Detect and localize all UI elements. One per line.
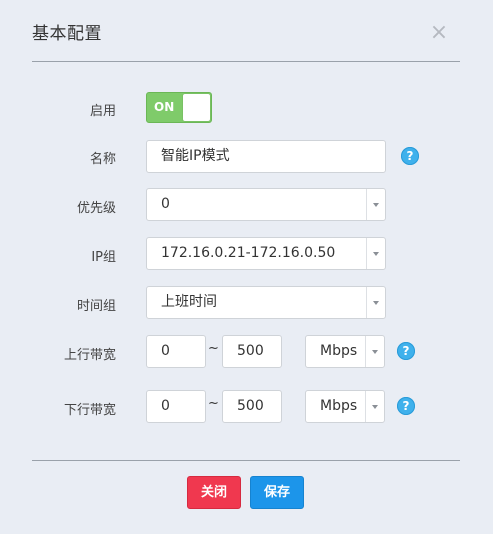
- name-input[interactable]: 智能IP模式: [146, 140, 386, 173]
- dropdown-toggle[interactable]: [366, 238, 385, 269]
- name-label: 名称: [89, 152, 116, 167]
- upload-range-separator: ~: [208, 341, 219, 356]
- time-group-label: 时间组: [76, 299, 116, 314]
- time-group-value: 上班时间: [161, 294, 217, 310]
- caret-down-icon: [373, 252, 379, 256]
- dropdown-toggle[interactable]: [366, 287, 385, 318]
- header-divider: [32, 61, 460, 62]
- close-button[interactable]: 关闭: [187, 476, 241, 509]
- caret-down-icon: [372, 350, 378, 354]
- download-range-separator: ~: [208, 396, 219, 411]
- close-icon[interactable]: ×: [428, 22, 450, 44]
- upload-bandwidth-label: 上行带宽: [63, 348, 116, 363]
- priority-select[interactable]: 0: [146, 188, 386, 221]
- question-circle-icon[interactable]: ?: [397, 397, 415, 415]
- upload-unit-value: Mbps: [320, 343, 358, 359]
- caret-down-icon: [373, 203, 379, 207]
- dropdown-toggle[interactable]: [366, 189, 385, 220]
- footer-divider: [32, 460, 460, 461]
- question-circle-icon[interactable]: ?: [401, 147, 419, 165]
- upload-unit-select[interactable]: Mbps: [305, 335, 385, 368]
- download-bandwidth-label: 下行带宽: [63, 403, 116, 418]
- toggle-knob: [183, 94, 210, 121]
- enable-toggle[interactable]: ON: [146, 92, 212, 123]
- toggle-state-text: ON: [154, 100, 175, 114]
- priority-label: 优先级: [76, 201, 116, 216]
- upload-min-input[interactable]: 0: [146, 335, 206, 368]
- upload-max-input[interactable]: 500: [222, 335, 282, 368]
- question-circle-icon[interactable]: ?: [397, 342, 415, 360]
- download-unit-value: Mbps: [320, 398, 358, 414]
- ip-group-select[interactable]: 172.16.0.21-172.16.0.50: [146, 237, 386, 270]
- ip-group-label: IP组: [91, 250, 116, 265]
- caret-down-icon: [373, 301, 379, 305]
- dialog-title: 基本配置: [32, 24, 102, 44]
- save-button[interactable]: 保存: [250, 476, 304, 509]
- caret-down-icon: [372, 405, 378, 409]
- dropdown-toggle[interactable]: [365, 336, 384, 367]
- priority-value: 0: [161, 196, 170, 212]
- ip-group-value: 172.16.0.21-172.16.0.50: [161, 245, 336, 261]
- download-max-input[interactable]: 500: [222, 390, 282, 423]
- enable-label: 启用: [89, 104, 116, 119]
- download-unit-select[interactable]: Mbps: [305, 390, 385, 423]
- download-min-input[interactable]: 0: [146, 390, 206, 423]
- dropdown-toggle[interactable]: [365, 391, 384, 422]
- time-group-select[interactable]: 上班时间: [146, 286, 386, 319]
- basic-config-dialog: 基本配置 × 启用 ON 名称 智能IP模式 ? 优先级 0 IP组 172.1…: [0, 0, 493, 534]
